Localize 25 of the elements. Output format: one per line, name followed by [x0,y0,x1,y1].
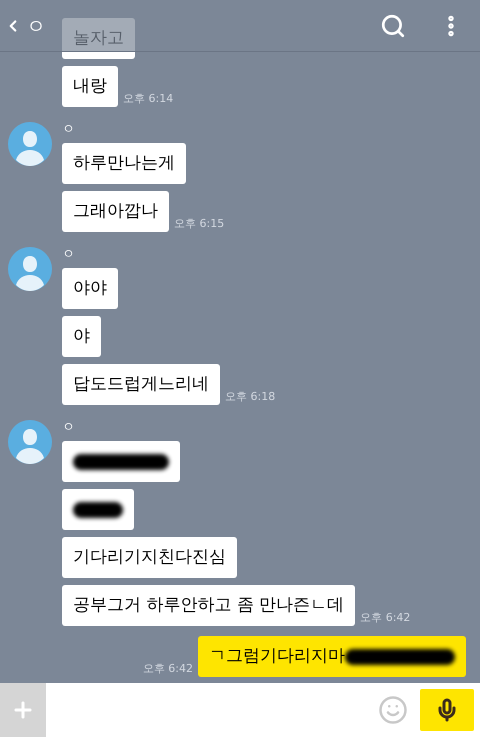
message-bubble: 내랑 [62,66,118,107]
message-time: 오후 6:42 [360,610,410,626]
message-time: 오후 6:18 [225,388,276,404]
sender-name: ㅇ [62,122,75,138]
message-bubble: 야 [62,316,101,357]
message-bubble: 기다리기지친다진심 [62,537,237,578]
message-bubble: 그래아깝나 [62,191,169,232]
search-icon[interactable] [380,12,406,38]
avatar-icon[interactable] [8,122,52,166]
message-time: 오후 6:14 [123,90,174,106]
message-bubble: 답도드럽게느리네 [62,364,220,405]
avatar-icon[interactable] [8,247,52,291]
message-time: 오후 6:42 [142,660,193,676]
message-bubble: ㄱ그럼기다리지마 [198,636,466,677]
sender-name: ㅇ [62,247,75,263]
voice-button[interactable] [420,689,474,731]
message-bubble: 하루만나는게 [62,143,186,184]
message-bubble: 공부그거 하루안하고 좀 만나즌ㄴ데 [62,585,356,626]
emoji-icon[interactable] [378,695,408,725]
message-bubble: 야야 [62,268,118,309]
chat-title: ㅇ [26,12,46,40]
sender-name: ㅇ [62,420,75,436]
redaction-scribble [73,502,123,518]
message-time: 오후 6:15 [174,216,224,232]
avatar-icon[interactable] [8,420,52,464]
